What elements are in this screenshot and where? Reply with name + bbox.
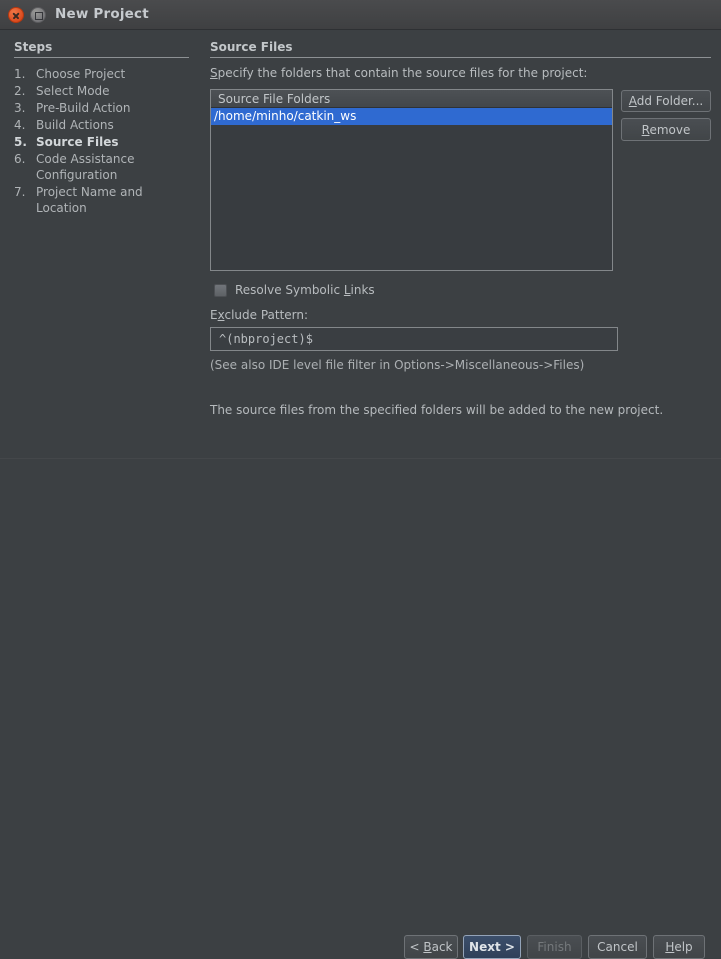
finish-button: Finish	[527, 935, 582, 959]
step-number: 7.	[14, 185, 26, 199]
step-item-6: 6. Code Assistance Configuration	[14, 151, 194, 183]
step-label: Project Name and Location	[36, 185, 143, 215]
label-text: inks	[350, 283, 375, 297]
exclude-pattern-label: Exclude Pattern:	[210, 308, 308, 322]
remove-button[interactable]: Remove	[621, 118, 711, 141]
step-label: Code Assistance Configuration	[36, 152, 135, 182]
step-number: 1.	[14, 67, 26, 81]
step-label: Build Actions	[36, 118, 114, 132]
mnemonic-char: L	[343, 283, 351, 297]
button-label: ack	[431, 940, 453, 954]
page-title: Source Files	[210, 40, 293, 54]
close-icon[interactable]	[8, 7, 24, 23]
list-item[interactable]: /home/minho/catkin_ws	[211, 108, 612, 125]
cancel-button[interactable]: Cancel	[588, 935, 647, 959]
button-label: dd Folder...	[636, 94, 704, 108]
specify-folders-label: Specify the folders that contain the sou…	[210, 66, 587, 80]
mnemonic-char: S	[210, 66, 218, 80]
exclude-pattern-input[interactable]	[210, 327, 618, 351]
button-label: emove	[649, 122, 691, 137]
resolve-symbolic-links-label: Resolve Symbolic Links	[235, 283, 375, 297]
list-column-header: Source File Folders	[211, 90, 612, 108]
window-title: New Project	[55, 6, 149, 22]
label-text: E	[210, 308, 218, 322]
title-bar: New Project	[0, 0, 721, 30]
page-title-divider	[210, 57, 711, 58]
footer-bar: < Back Next > Finish Cancel Help	[0, 459, 721, 959]
step-number: 4.	[14, 118, 26, 132]
maximize-icon[interactable]	[30, 7, 46, 23]
button-label: elp	[674, 940, 693, 954]
step-number: 2.	[14, 84, 26, 98]
step-item-7: 7. Project Name and Location	[14, 184, 194, 216]
step-label: Select Mode	[36, 84, 110, 98]
step-number: 3.	[14, 101, 26, 115]
label-text: pecify the folders that contain the sour…	[217, 66, 588, 80]
resolve-symbolic-links-checkbox[interactable]	[214, 283, 227, 297]
back-button[interactable]: < Back	[404, 935, 458, 959]
step-label: Choose Project	[36, 67, 126, 81]
step-item-4: 4. Build Actions	[14, 117, 194, 133]
step-label: Source Files	[36, 135, 119, 149]
step-number: 6.	[14, 152, 26, 166]
mnemonic-char: A	[628, 94, 637, 108]
label-text: Resolve Symbolic	[235, 283, 344, 297]
step-label: Pre-Build Action	[36, 101, 131, 115]
step-item-5-current: 5. Source Files	[14, 134, 194, 150]
next-button[interactable]: Next >	[463, 935, 521, 959]
add-folder-button[interactable]: Add Folder...	[621, 90, 711, 112]
step-item-3: 3. Pre-Build Action	[14, 100, 194, 116]
mnemonic-char: H	[665, 940, 675, 954]
source-folders-listbox[interactable]: Source File Folders /home/minho/catkin_w…	[210, 89, 613, 271]
file-filter-note: (See also IDE level file filter in Optio…	[210, 358, 585, 372]
step-item-2: 2. Select Mode	[14, 83, 194, 99]
summary-text: The source files from the specified fold…	[210, 403, 664, 417]
steps-header: Steps	[14, 40, 53, 54]
steps-header-divider	[14, 57, 189, 58]
help-button[interactable]: Help	[653, 935, 705, 959]
step-number: 5.	[14, 135, 27, 149]
mnemonic-char: B	[423, 940, 432, 954]
button-label: <	[409, 940, 424, 954]
steps-list: 1. Choose Project 2. Select Mode 3. Pre-…	[14, 66, 194, 217]
resolve-symbolic-links-row[interactable]: Resolve Symbolic Links	[214, 283, 375, 297]
label-text: clude Pattern:	[224, 308, 309, 322]
step-item-1: 1. Choose Project	[14, 66, 194, 82]
